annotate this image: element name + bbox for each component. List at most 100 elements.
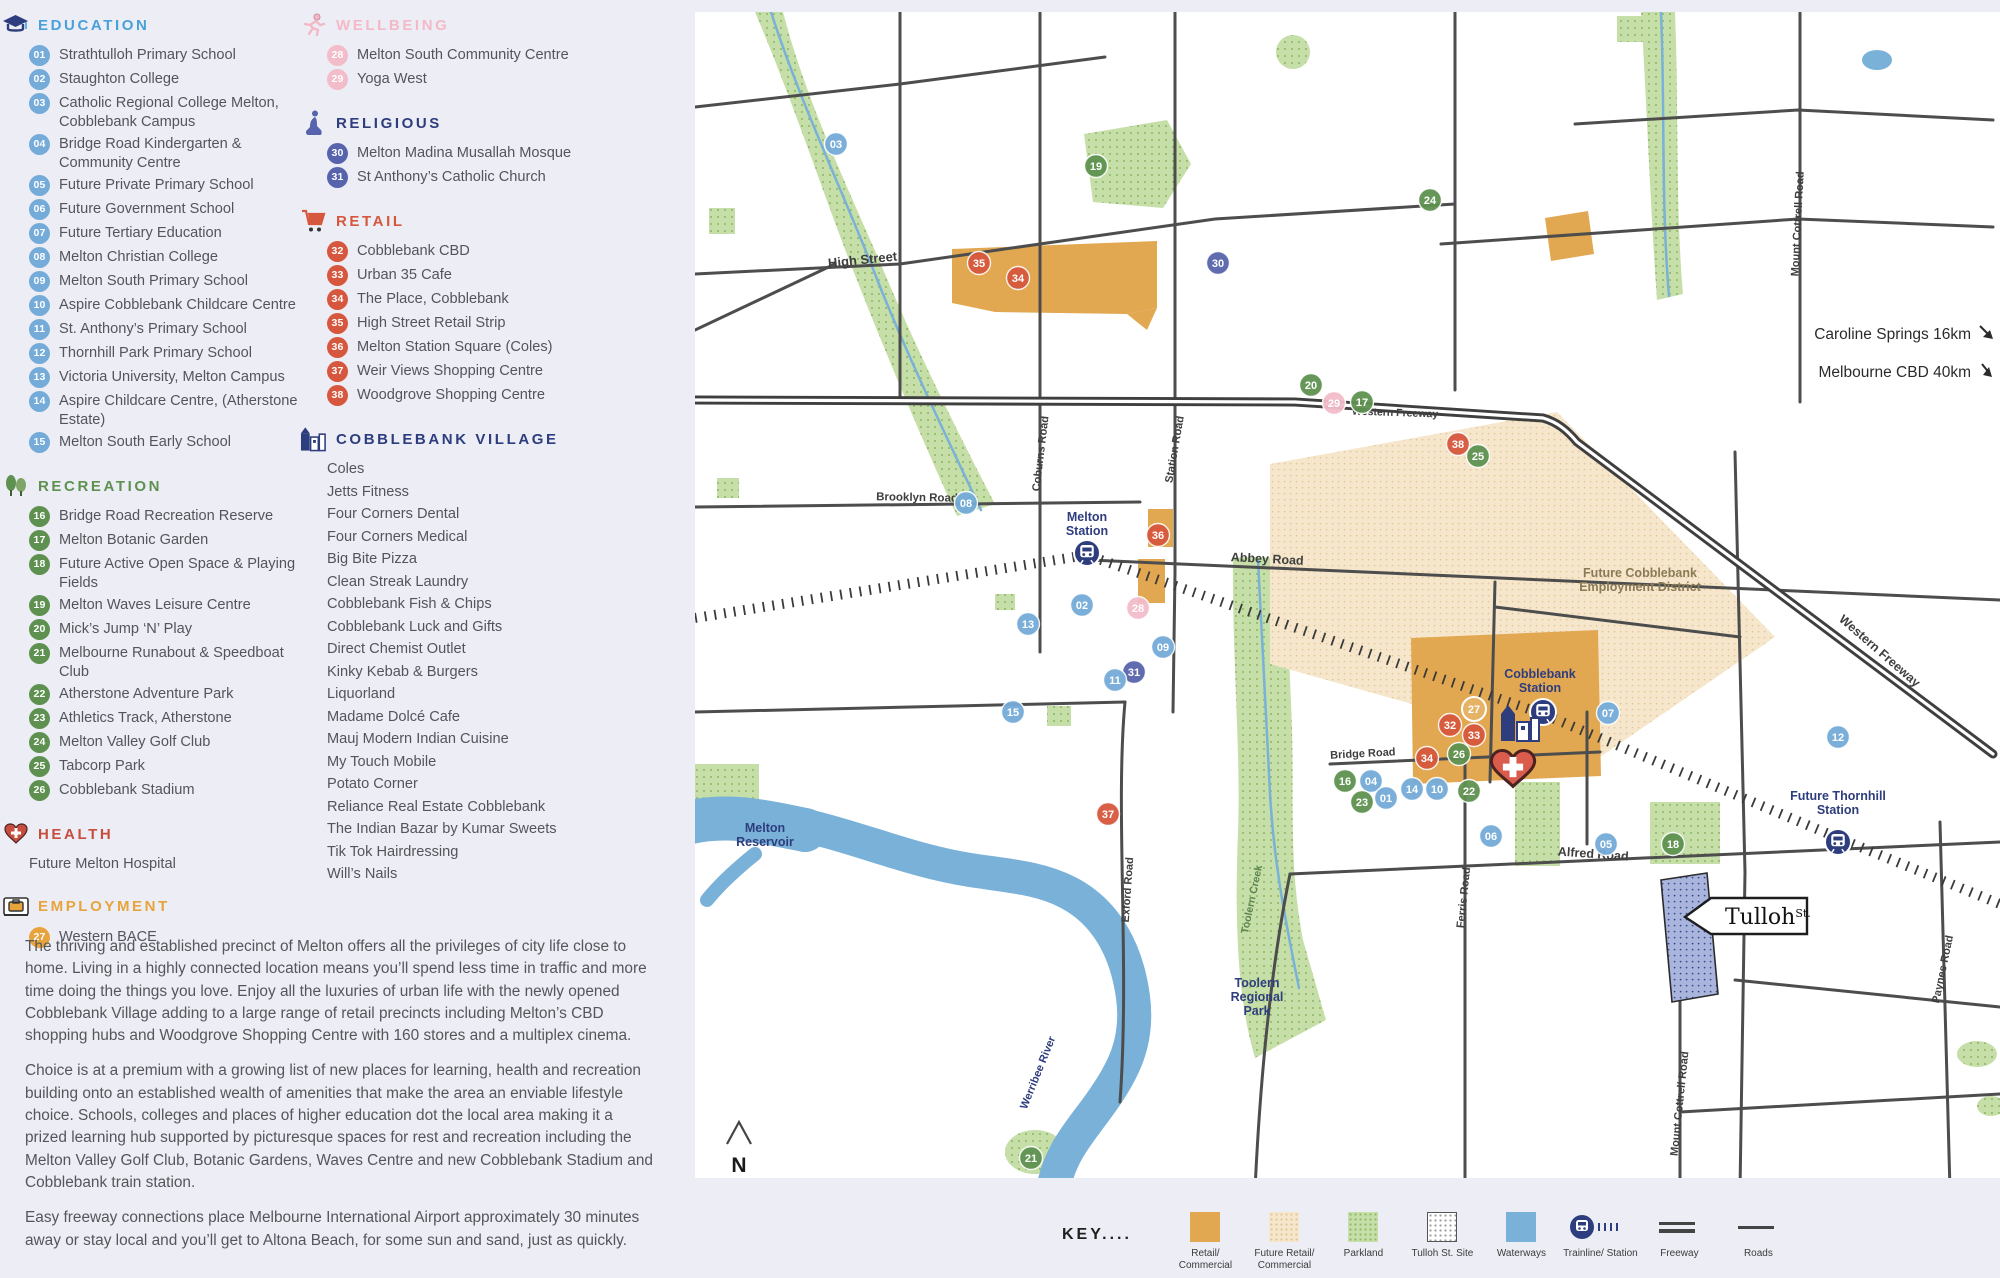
key-swatch-tulloh <box>1427 1212 1457 1242</box>
legend-item-label: Tabcorp Park <box>59 757 145 776</box>
legend-item-label: Big Bite Pizza <box>327 550 417 569</box>
legend-section-items: 28Melton South Community Centre29Yoga We… <box>300 46 700 90</box>
retail-icon <box>300 208 327 234</box>
legend-item-label: Potato Corner <box>327 775 418 794</box>
legend-item-label: Bridge Road Recreation Reserve <box>59 507 273 526</box>
legend-section-title: COBBLEBANK VILLAGE <box>336 431 559 448</box>
legend-item: Future Melton Hospital <box>29 855 300 874</box>
legend-item-badge: 06 <box>29 199 50 220</box>
legend-item-badge: 15 <box>29 432 50 453</box>
key-title: KEY.... <box>1062 1226 1132 1244</box>
legend-item-badge: 26 <box>29 780 50 801</box>
map-marker-number: 09 <box>1157 642 1169 654</box>
map-marker-30: 30 <box>1207 252 1230 275</box>
legend-item: 38Woodgrove Shopping Centre <box>327 386 700 406</box>
map-canvas: TullohSt. Caroline Springs 16km Melbourn… <box>695 12 2000 1178</box>
map-marker-34: 34 <box>1416 747 1439 770</box>
legend-item: Big Bite Pizza <box>327 550 700 569</box>
map-marker-number: 28 <box>1132 603 1144 615</box>
map-marker-number: 18 <box>1667 839 1679 851</box>
legend-item-label: Cobblebank Luck and Gifts <box>327 618 502 637</box>
tulloh-site-label: TullohSt. <box>1685 898 1811 934</box>
legend-item-badge: 18 <box>29 554 50 575</box>
legend-item-label: Athletics Track, Atherstone <box>59 709 232 728</box>
place-label: MeltonStation <box>1066 510 1108 538</box>
map-marker-05: 05 <box>1595 833 1618 856</box>
description-paragraph: Choice is at a premium with a growing li… <box>25 1060 653 1194</box>
legend-item-label: Melton Waves Leisure Centre <box>59 596 251 615</box>
legend-section-title: RECREATION <box>38 478 162 495</box>
map-marker-18: 18 <box>1662 833 1685 856</box>
legend-item-label: Melton Valley Golf Club <box>59 733 210 752</box>
legend-item: Direct Chemist Outlet <box>327 640 700 659</box>
legend-section-items: ColesJetts FitnessFour Corners DentalFou… <box>300 460 700 884</box>
map-marker-number: 24 <box>1424 195 1437 207</box>
map-marker-number: 21 <box>1025 1153 1037 1165</box>
legend-item-badge: 35 <box>327 313 348 334</box>
legend-item-label: Mick’s Jump ‘N’ Play <box>59 620 192 639</box>
legend-item: Tik Tok Hairdressing <box>327 843 700 862</box>
legend-item-badge: 21 <box>29 643 50 664</box>
legend-item: 18 Future Active Open Space & Playing Fie… <box>29 555 300 592</box>
map-marker-14: 14 <box>1401 778 1424 801</box>
map-marker-number: 19 <box>1090 161 1102 173</box>
legend-item-label: Jetts Fitness <box>327 483 409 502</box>
legend-item: 01Strathtulloh Primary School <box>29 46 300 66</box>
map-marker-11: 11 <box>1104 669 1127 692</box>
legend-item: 02Staughton College <box>29 70 300 90</box>
map-marker-19: 19 <box>1085 155 1108 178</box>
legend-item-badge: 33 <box>327 265 348 286</box>
legend-section-health: HEALTH Future Melton Hospital <box>2 821 300 874</box>
map-marker-number: 10 <box>1431 784 1443 796</box>
legend-item: 28Melton South Community Centre <box>327 46 700 66</box>
legend-item: 22Atherstone Adventure Park <box>29 685 300 705</box>
map-marker-35: 35 <box>968 252 991 275</box>
legend-item-label: Future Active Open Space & Playing Field… <box>59 555 300 592</box>
legend-item-badge: 31 <box>327 167 348 188</box>
legend-item: 35High Street Retail Strip <box>327 314 700 334</box>
legend-item-label: St Anthony’s Catholic Church <box>357 168 546 187</box>
legend-item: 16Bridge Road Recreation Reserve <box>29 507 300 527</box>
map-marker-09: 09 <box>1152 636 1175 659</box>
key-item-label: Roads <box>1719 1248 1798 1260</box>
description-paragraph: Easy freeway connections place Melbourne… <box>25 1207 653 1252</box>
map-marker-number: 11 <box>1109 675 1121 687</box>
legend-item-label: Future Private Primary School <box>59 176 254 195</box>
legend-item: 09Melton South Primary School <box>29 272 300 292</box>
legend-item: Cobblebank Fish & Chips <box>327 595 700 614</box>
map-marker-16: 16 <box>1334 770 1357 793</box>
svg-text:Caroline Springs 16km: Caroline Springs 16km <box>1814 326 1971 343</box>
legend-item-badge: 02 <box>29 69 50 90</box>
road-label: Brooklyn Road <box>876 491 958 504</box>
map-marker-number: 34 <box>1421 753 1434 765</box>
legend-item: Liquorland <box>327 685 700 704</box>
map-marker-38: 38 <box>1447 433 1470 456</box>
map-marker-number: 30 <box>1212 258 1224 270</box>
legend-item-label: Cobblebank Fish & Chips <box>327 595 492 614</box>
legend-item: 26Cobblebank Stadium <box>29 781 300 801</box>
legend-item: The Indian Bazar by Kumar Sweets <box>327 820 700 839</box>
village-icon <box>300 426 327 452</box>
legend-item: 11St. Anthony’s Primary School <box>29 320 300 340</box>
legend-item-label: The Place, Cobblebank <box>357 290 509 309</box>
legend-section-title: HEALTH <box>38 826 113 843</box>
svg-text:N: N <box>731 1154 746 1177</box>
legend-item: Madame Dolcé Cafe <box>327 708 700 727</box>
legend-item: 19Melton Waves Leisure Centre <box>29 596 300 616</box>
map-marker-number: 34 <box>1012 273 1025 285</box>
legend-item: 23Athletics Track, Atherstone <box>29 709 300 729</box>
legend-section-header: RETAIL <box>300 208 700 234</box>
map-marker-number: 38 <box>1452 439 1464 451</box>
legend-item-label: Aspire Cobblebank Childcare Centre <box>59 296 296 315</box>
svg-text:Melbourne CBD 40km: Melbourne CBD 40km <box>1819 364 1971 381</box>
legend-item: 17Melton Botanic Garden <box>29 531 300 551</box>
legend-section-religious: RELIGIOUS30Melton Madina Musallah Mosque… <box>300 110 700 188</box>
education-icon <box>2 12 29 38</box>
legend-item-badge: 04 <box>29 134 50 155</box>
map-key: KEY.... Retail/ CommercialFuture Retail/… <box>1062 1204 1992 1272</box>
legend-column-2: WELLBEING28Melton South Community Centre… <box>300 12 700 904</box>
legend-section-header: EMPLOYMENT <box>2 894 300 920</box>
legend-item-badge: 10 <box>29 295 50 316</box>
map-marker-number: 17 <box>1356 397 1368 409</box>
tulloh-site <box>1661 873 1718 1002</box>
